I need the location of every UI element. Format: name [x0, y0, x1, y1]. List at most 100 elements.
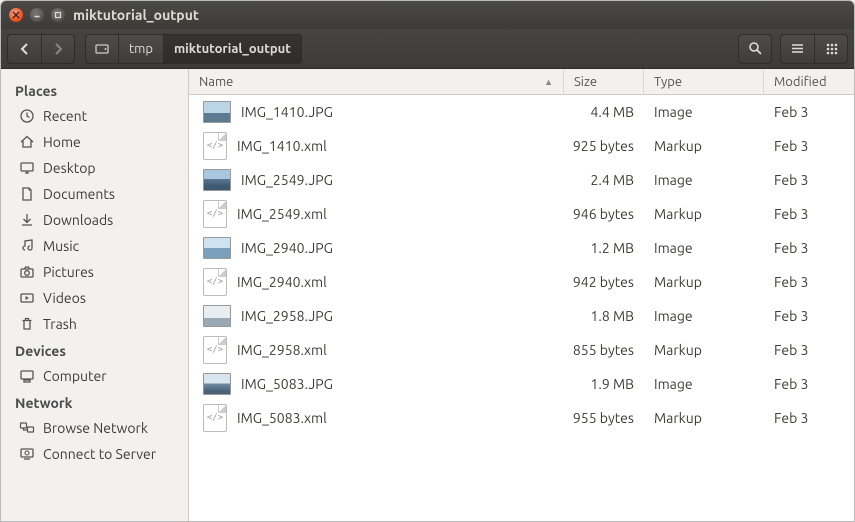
sidebar-item-desktop[interactable]: Desktop — [1, 155, 188, 181]
file-name-cell: </> IMG_2549.xml — [189, 200, 564, 228]
file-type: Markup — [644, 206, 764, 222]
file-row[interactable]: IMG_1410.JPG4.4 MBImageFeb 3 — [189, 95, 854, 129]
sidebar-item-pictures[interactable]: Pictures — [1, 259, 188, 285]
file-row[interactable]: </>IMG_2940.xml942 bytesMarkupFeb 3 — [189, 265, 854, 299]
camera-icon — [19, 264, 35, 280]
file-name-cell: </>IMG_2958.xml — [189, 336, 564, 364]
music-icon — [19, 238, 35, 254]
file-name: IMG_2958.JPG — [241, 308, 333, 324]
close-button[interactable] — [9, 8, 23, 22]
file-size: 1.2 MB — [564, 240, 644, 256]
file-name-cell: </>IMG_5083.xml — [189, 404, 564, 432]
toolbar: tmp miktutorial_output — [1, 29, 854, 69]
file-row[interactable]: IMG_5083.JPG1.9 MBImageFeb 3 — [189, 367, 854, 401]
file-row[interactable]: </>IMG_1410.xml925 bytesMarkupFeb 3 — [189, 129, 854, 163]
sidebar-item-videos[interactable]: Videos — [1, 285, 188, 311]
chevron-right-icon — [51, 42, 65, 56]
xml-file-icon: </> — [203, 200, 227, 228]
search-button[interactable] — [738, 34, 772, 64]
file-row[interactable]: </>IMG_2958.xml855 bytesMarkupFeb 3 — [189, 333, 854, 367]
sidebar-item-documents[interactable]: Documents — [1, 181, 188, 207]
sort-indicator-icon: ▲ — [544, 77, 553, 87]
file-name: IMG_2549.JPG — [241, 172, 333, 188]
file-row[interactable]: IMG_2549.JPG2.4 MBImageFeb 3 — [189, 163, 854, 197]
sidebar-item-recent[interactable]: Recent — [1, 103, 188, 129]
path-segment-tmp[interactable]: tmp — [119, 34, 164, 64]
chevron-left-icon — [18, 42, 32, 56]
sidebar-item-music[interactable]: Music — [1, 233, 188, 259]
file-size: 1.8 MB — [564, 308, 644, 324]
file-type: Image — [644, 240, 764, 256]
file-modified: Feb 3 — [764, 206, 854, 222]
file-size: 4.4 MB — [564, 104, 644, 120]
column-header-size[interactable]: Size — [564, 69, 644, 94]
minimize-button[interactable] — [30, 8, 44, 22]
doc-icon — [19, 186, 35, 202]
sidebar-item-home[interactable]: Home — [1, 129, 188, 155]
maximize-button[interactable] — [51, 8, 65, 22]
forward-button[interactable] — [41, 34, 75, 64]
sidebar-item-label: Music — [43, 236, 79, 256]
file-manager-window: miktutorial_output tmp miktutorial_outpu… — [0, 0, 855, 522]
list-icon — [790, 41, 805, 56]
netbrowse-icon — [19, 420, 35, 436]
body: Places RecentHomeDesktopDocumentsDownloa… — [1, 69, 854, 521]
column-header-name[interactable]: Name ▲ — [189, 69, 564, 94]
image-thumbnail-icon — [203, 305, 231, 327]
column-header-modified[interactable]: Modified — [764, 69, 854, 94]
file-name: IMG_2549.xml — [237, 206, 327, 222]
drive-icon — [94, 41, 110, 57]
file-modified: Feb 3 — [764, 410, 854, 426]
image-thumbnail-icon — [203, 169, 231, 191]
sidebar-item-connect-to-server[interactable]: Connect to Server — [1, 441, 188, 467]
sidebar-item-computer[interactable]: Computer — [1, 363, 188, 389]
file-row[interactable]: </>IMG_5083.xml955 bytesMarkupFeb 3 — [189, 401, 854, 435]
file-type: Markup — [644, 138, 764, 154]
file-modified: Feb 3 — [764, 172, 854, 188]
back-button[interactable] — [7, 34, 41, 64]
path-root-button[interactable] — [85, 34, 119, 64]
file-name-cell: IMG_2958.JPG — [189, 305, 564, 327]
column-header-type[interactable]: Type — [644, 69, 764, 94]
file-modified: Feb 3 — [764, 376, 854, 392]
sidebar-item-label: Documents — [43, 184, 115, 204]
file-row[interactable]: IMG_2940.JPG1.2 MBImageFeb 3 — [189, 231, 854, 265]
xml-file-icon: </> — [203, 336, 227, 364]
sidebar-item-label: Browse Network — [43, 418, 148, 438]
file-row[interactable]: </>IMG_2549.xml946 bytesMarkupFeb 3 — [189, 197, 854, 231]
file-name: IMG_2940.xml — [237, 274, 327, 290]
file-rows: IMG_1410.JPG4.4 MBImageFeb 3</>IMG_1410.… — [189, 95, 854, 521]
image-thumbnail-icon — [203, 237, 231, 259]
sidebar-item-browse-network[interactable]: Browse Network — [1, 415, 188, 441]
file-type: Image — [644, 104, 764, 120]
file-name-cell: </>IMG_2940.xml — [189, 268, 564, 296]
file-row[interactable]: IMG_2958.JPG1.8 MBImageFeb 3 — [189, 299, 854, 333]
sidebar-item-label: Home — [43, 132, 81, 152]
file-type: Markup — [644, 410, 764, 426]
sidebar-item-label: Desktop — [43, 158, 96, 178]
sidebar-item-trash[interactable]: Trash — [1, 311, 188, 337]
file-modified: Feb 3 — [764, 308, 854, 324]
file-name: IMG_5083.xml — [237, 410, 327, 426]
file-type: Image — [644, 172, 764, 188]
file-list: Name ▲ Size Type Modified IMG_1410.JPG4.… — [189, 69, 854, 521]
column-name-label: Name — [199, 75, 233, 89]
sidebar-item-label: Videos — [43, 288, 86, 308]
image-thumbnail-icon — [203, 373, 231, 395]
desktop-icon — [19, 160, 35, 176]
file-modified: Feb 3 — [764, 342, 854, 358]
sidebar-item-label: Computer — [43, 366, 107, 386]
file-size: 955 bytes — [564, 410, 644, 426]
file-size: 942 bytes — [564, 274, 644, 290]
file-type: Markup — [644, 342, 764, 358]
file-modified: Feb 3 — [764, 240, 854, 256]
grid-icon — [824, 41, 839, 56]
file-size: 925 bytes — [564, 138, 644, 154]
grid-view-button[interactable] — [814, 34, 848, 64]
list-view-button[interactable] — [780, 34, 814, 64]
sidebar-item-downloads[interactable]: Downloads — [1, 207, 188, 233]
netconnect-icon — [19, 446, 35, 462]
file-type: Markup — [644, 274, 764, 290]
path-segment-current[interactable]: miktutorial_output — [164, 34, 302, 64]
search-icon — [748, 41, 763, 56]
